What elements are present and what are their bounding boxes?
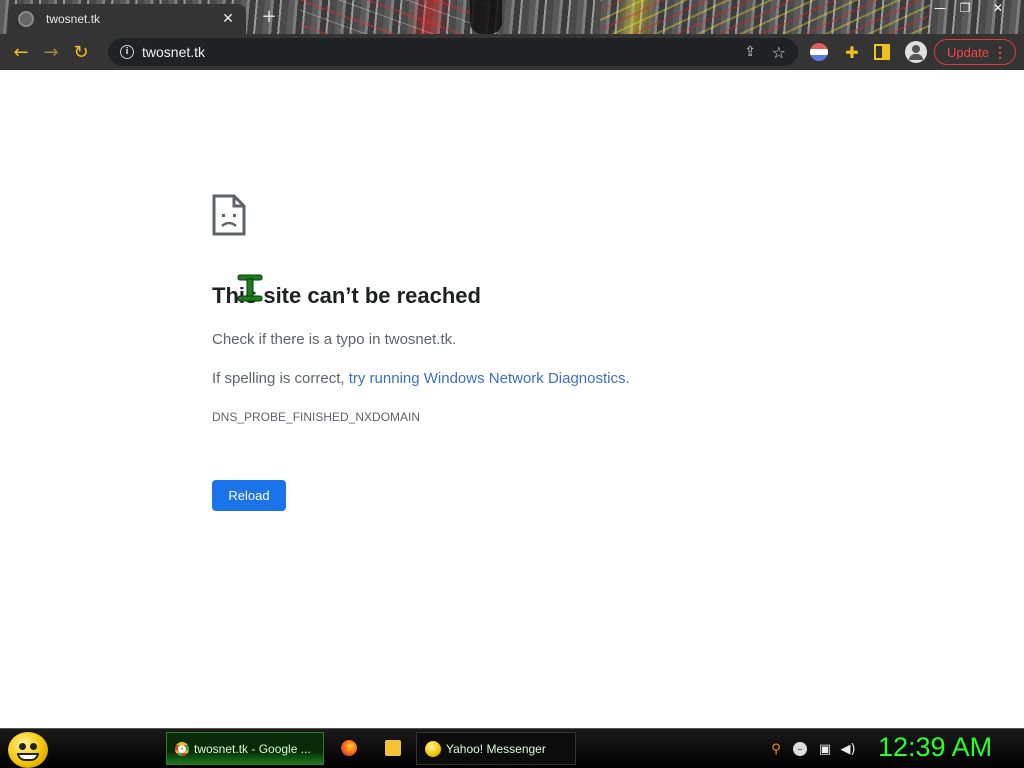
folder-icon[interactable] (385, 740, 401, 756)
search-icon[interactable]: ⚲ (768, 741, 784, 757)
site-info-icon[interactable]: i (120, 45, 134, 59)
theme-decoration (600, 0, 930, 34)
chrome-icon (175, 741, 189, 756)
start-smiley-icon[interactable] (8, 732, 48, 768)
spelling-prefix: If spelling is correct, (212, 370, 349, 387)
taskbar-chrome-label: twosnet.tk - Google ... (194, 741, 311, 756)
profile-avatar-icon[interactable] (905, 41, 927, 63)
taskbar-yahoo-window[interactable]: Yahoo! Messenger (416, 732, 576, 765)
globe-icon (18, 11, 34, 27)
menu-dots-icon[interactable]: ⋮ (993, 44, 1007, 61)
theme-decoration (470, 0, 502, 34)
error-code: DNS_PROBE_FINISHED_NXDOMAIN (212, 410, 421, 424)
taskbar: twosnet.tk - Google ... Yahoo! Messenger… (0, 728, 1024, 768)
page-content: This site can’t be reached Check if ther… (0, 70, 1024, 728)
close-window-button[interactable]: ✕ (983, 0, 1013, 16)
address-bar[interactable]: i twosnet.tk ⇪ ☆ (108, 38, 798, 66)
taskbar-clock[interactable]: 12:39 AM (878, 732, 992, 763)
update-button[interactable]: Update ⋮ (934, 39, 1016, 65)
text-cursor-icon (237, 274, 263, 302)
flag-extension-icon[interactable] (810, 43, 828, 61)
yahoo-messenger-icon (425, 740, 441, 757)
side-panel-icon[interactable] (874, 44, 890, 60)
maximize-button[interactable]: ❐ (950, 0, 980, 16)
update-label: Update (947, 44, 989, 60)
tab-title: twosnet.tk (46, 12, 101, 26)
tray-status-icon[interactable]: – (793, 742, 807, 756)
taskbar-yahoo-label: Yahoo! Messenger (446, 741, 546, 756)
taskbar-chrome-window[interactable]: twosnet.tk - Google ... (166, 732, 324, 765)
browser-tab[interactable]: twosnet.tk ✕ (8, 4, 246, 34)
spelling-suffix: . (625, 370, 630, 387)
browser-toolbar: ← → ↻ i twosnet.tk ⇪ ☆ ✚ Update ⋮ (0, 34, 1024, 70)
speaker-icon[interactable]: ◀) (840, 741, 856, 757)
spelling-hint: If spelling is correct, try running Wind… (212, 370, 630, 387)
network-icon[interactable]: ▣ (817, 741, 833, 757)
close-tab-icon[interactable]: ✕ (220, 11, 236, 27)
extensions-puzzle-icon[interactable]: ✚ (842, 42, 862, 62)
forward-button[interactable]: → (36, 37, 66, 67)
reload-button[interactable]: Reload (212, 480, 286, 511)
firefox-icon[interactable] (341, 740, 357, 756)
network-diagnostics-link[interactable]: try running Windows Network Diagnostics (349, 370, 626, 387)
share-icon[interactable]: ⇪ (744, 44, 756, 60)
typo-hint: Check if there is a typo in twosnet.tk. (212, 331, 457, 348)
new-tab-button[interactable]: + (258, 6, 280, 27)
title-bar: twosnet.tk ✕ + — ❐ ✕ (0, 0, 1024, 34)
bookmark-star-icon[interactable]: ☆ (772, 43, 786, 62)
reload-icon-button[interactable]: ↻ (66, 37, 96, 67)
sad-page-icon (212, 194, 246, 236)
url-text[interactable]: twosnet.tk (142, 44, 205, 60)
back-button[interactable]: ← (6, 37, 36, 67)
